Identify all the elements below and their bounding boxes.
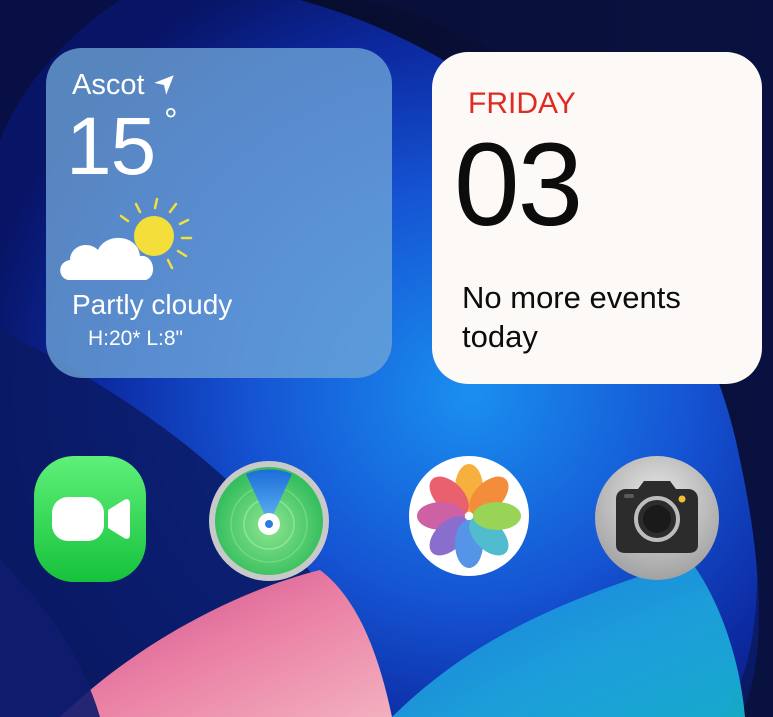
weather-location: Ascot — [72, 68, 177, 102]
weather-widget[interactable]: Ascot 15 ° Partly cloudy H:20* L:8" — [46, 48, 392, 378]
facetime-icon — [34, 456, 146, 582]
weather-city-label: Ascot — [72, 69, 145, 101]
calendar-day-name: FRIDAY — [468, 87, 576, 120]
calendar-events-text: No more events today — [462, 280, 681, 354]
photos-icon — [409, 456, 529, 576]
partly-cloudy-icon — [60, 197, 193, 280]
calendar-widget[interactable]: FRIDAY 03 No more events today — [432, 52, 762, 384]
degree-symbol: ° — [164, 102, 178, 140]
find-my-icon — [209, 461, 329, 581]
weather-temperature: 15 — [66, 101, 156, 192]
find-my-app[interactable] — [208, 460, 330, 582]
camera-app[interactable] — [594, 455, 720, 581]
camera-icon — [595, 456, 719, 580]
facetime-app[interactable] — [34, 456, 146, 582]
calendar-date-number: 03 — [454, 119, 583, 251]
location-arrow-icon — [153, 75, 174, 95]
photos-app[interactable] — [408, 455, 530, 577]
home-screen: Ascot 15 ° Partly cloudy H:20* L:8" FRID… — [0, 0, 773, 717]
weather-condition: Partly cloudy — [72, 289, 233, 320]
weather-high-low: H:20* L:8" — [88, 327, 184, 350]
